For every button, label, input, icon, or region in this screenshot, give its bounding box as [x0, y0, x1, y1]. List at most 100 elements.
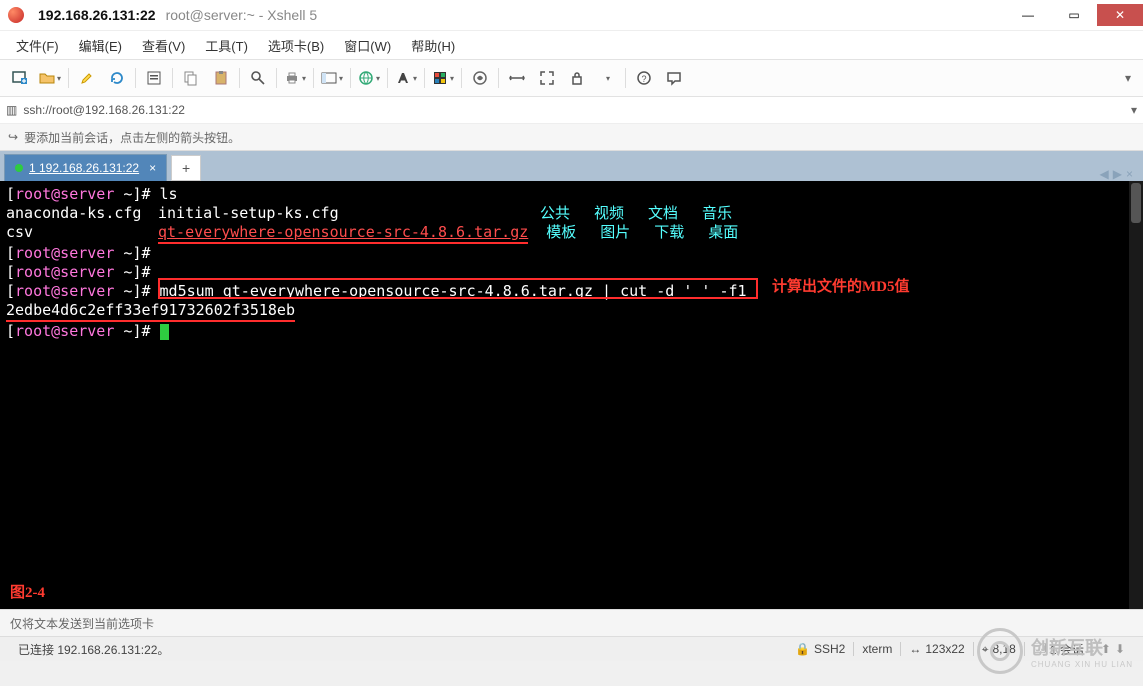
lock-icon: 🔒	[795, 642, 810, 656]
close-button[interactable]: ✕	[1097, 4, 1143, 26]
toolbar-separator	[496, 65, 501, 91]
paste-button[interactable]	[207, 65, 235, 91]
menu-tabs[interactable]: 选项卡(B)	[260, 34, 332, 57]
down-icon: ⬇	[1115, 642, 1125, 656]
terminal-cursor	[160, 324, 169, 340]
hint-arrow-icon[interactable]: ↪	[8, 130, 18, 144]
tabs-nav: ◀ ▶ ×	[1100, 167, 1139, 181]
menu-edit[interactable]: 编辑(E)	[71, 34, 130, 57]
send-target-bar: 仅将文本发送到当前选项卡	[0, 609, 1143, 636]
menubar: 文件(F) 编辑(E) 查看(V) 工具(T) 选项卡(B) 窗口(W) 帮助(…	[0, 30, 1143, 59]
menu-tools[interactable]: 工具(T)	[197, 34, 256, 57]
addressbar-icon: ▥	[6, 103, 17, 117]
tabs-nav-close-icon[interactable]: ×	[1126, 167, 1133, 181]
terminal-scrollbar-thumb[interactable]	[1131, 183, 1141, 223]
up-icon: ⬆	[1101, 642, 1111, 656]
titlebar-subtitle: root@server:~ - Xshell 5	[166, 7, 318, 23]
toolbar-separator	[237, 65, 242, 91]
send-target-label: 仅将文本发送到当前选项卡	[10, 615, 154, 632]
terminal-line: [root@server ~]# ls	[6, 185, 1137, 204]
terminal-line: anaconda-ks.cfginitial-setup-ks.cfg公共视频文…	[6, 204, 1137, 223]
titlebar-ip: 192.168.26.131:22	[38, 7, 156, 23]
color-scheme-button[interactable]	[429, 65, 457, 91]
toolbar-overflow-button[interactable]: ▾	[1119, 65, 1137, 91]
app-icon	[8, 7, 24, 23]
copy-button[interactable]	[177, 65, 205, 91]
open-session-button[interactable]	[36, 65, 64, 91]
toolbar-separator	[274, 65, 279, 91]
sessions-icon: 🗔	[1033, 639, 1046, 660]
toolbar-separator	[170, 65, 175, 91]
print-button[interactable]	[281, 65, 309, 91]
addressbar-dropdown-button[interactable]: ▾	[1131, 103, 1137, 117]
hint-text: 要添加当前会话，点击左侧的箭头按钮。	[24, 129, 240, 146]
menu-file[interactable]: 文件(F)	[8, 34, 67, 57]
toggle-layout-h-button[interactable]	[503, 65, 531, 91]
lock-dropdown-button[interactable]	[593, 65, 621, 91]
addressbar-url[interactable]: ssh://root@192.168.26.131:22	[23, 103, 1125, 117]
menu-view[interactable]: 查看(V)	[134, 34, 193, 57]
status-traffic: ⬆⬇	[1093, 642, 1133, 656]
menu-help[interactable]: 帮助(H)	[403, 34, 463, 57]
toolbar-separator	[133, 65, 138, 91]
toolbar-separator	[385, 65, 390, 91]
new-tab-button[interactable]: +	[171, 155, 201, 181]
session-tab-close-icon[interactable]: ×	[149, 161, 156, 175]
status-cursor: ⌖8,18	[974, 642, 1024, 657]
toolbar-separator	[422, 65, 427, 91]
properties-button[interactable]	[140, 65, 168, 91]
minimize-button[interactable]: —	[1005, 4, 1051, 26]
statusbar: 已连接 192.168.26.131:22。 🔒SSH2 xterm ↔123x…	[0, 636, 1143, 661]
addressbar: ▥ ssh://root@192.168.26.131:22 ▾	[0, 97, 1143, 124]
sessions-panel-button[interactable]	[318, 65, 346, 91]
status-term: xterm	[854, 642, 900, 656]
status-sessions: 🗔1 会话	[1025, 639, 1092, 660]
terminal-line: [root@server ~]#	[6, 263, 1137, 282]
close-icon: ✕	[1115, 8, 1125, 22]
font-button[interactable]	[392, 65, 420, 91]
terminal-line: csvqt-everywhere-opensource-src-4.8.6.ta…	[6, 223, 1137, 244]
window-controls: — ▭ ✕	[1005, 4, 1143, 26]
toolbar: ? ▾	[0, 59, 1143, 97]
find-button[interactable]	[244, 65, 272, 91]
toolbar-separator	[348, 65, 353, 91]
annotation-label: 计算出文件的MD5值	[772, 278, 910, 297]
toolbar-separator	[623, 65, 628, 91]
minimize-icon: —	[1022, 8, 1034, 22]
terminal-line: [root@server ~]#	[6, 322, 1137, 341]
hintbar: ↪ 要添加当前会话，点击左侧的箭头按钮。	[0, 124, 1143, 151]
terminal-scrollbar[interactable]	[1129, 181, 1143, 609]
menu-window[interactable]: 窗口(W)	[336, 34, 399, 57]
tabs-row: 1 192.168.26.131:22 × + ◀ ▶ ×	[0, 151, 1143, 181]
new-session-button[interactable]	[6, 65, 34, 91]
maximize-button[interactable]: ▭	[1051, 4, 1097, 26]
titlebar: 192.168.26.131:22 root@server:~ - Xshell…	[0, 0, 1143, 30]
lock-button[interactable]	[563, 65, 591, 91]
resize-icon: ↔	[909, 642, 921, 656]
svg-text:?: ?	[641, 74, 646, 84]
status-size: ↔123x22	[901, 642, 972, 656]
toolbar-separator	[66, 65, 71, 91]
highlighter-button[interactable]	[73, 65, 101, 91]
tabs-nav-left-icon[interactable]: ◀	[1100, 167, 1109, 181]
fullscreen-button[interactable]	[533, 65, 561, 91]
send-ctrl-button[interactable]	[466, 65, 494, 91]
toolbar-separator	[459, 65, 464, 91]
reconnect-button[interactable]	[103, 65, 131, 91]
maximize-icon: ▭	[1068, 8, 1079, 22]
session-status-dot-icon	[15, 164, 23, 172]
language-button[interactable]	[355, 65, 383, 91]
session-tab[interactable]: 1 192.168.26.131:22 ×	[4, 154, 167, 181]
status-ssh: 🔒SSH2	[787, 642, 853, 656]
terminal-line: 2edbe4d6c2eff33ef91732602f3518eb	[6, 301, 1137, 322]
terminal-line: [root@server ~]# md5sum qt-everywhere-op…	[6, 282, 1137, 301]
tabs-nav-right-icon[interactable]: ▶	[1113, 167, 1122, 181]
terminal[interactable]: [root@server ~]# ls anaconda-ks.cfginiti…	[0, 181, 1143, 609]
session-tab-label: 1 192.168.26.131:22	[29, 161, 139, 175]
cursor-pos-icon: ⌖	[982, 642, 989, 657]
figure-label: 图2-4	[10, 584, 45, 603]
toolbar-separator	[311, 65, 316, 91]
help-button[interactable]: ?	[630, 65, 658, 91]
feedback-button[interactable]	[660, 65, 688, 91]
terminal-line: [root@server ~]#	[6, 244, 1137, 263]
